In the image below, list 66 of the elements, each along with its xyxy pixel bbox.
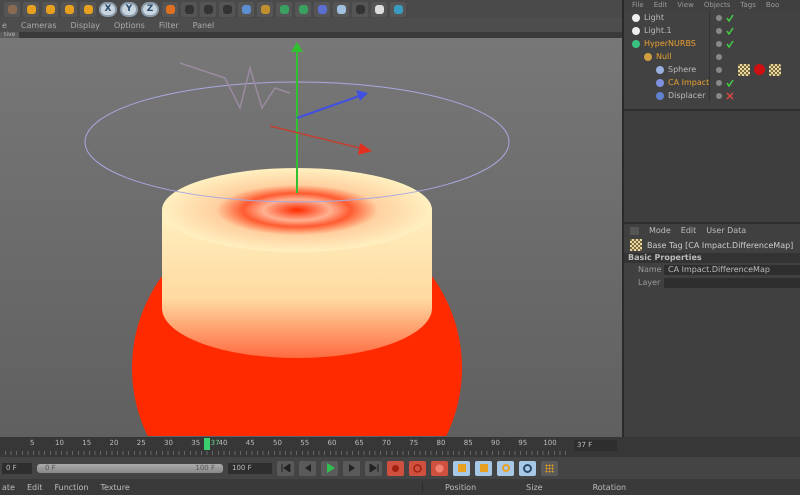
circle-icon: [435, 464, 444, 472]
viewport-menu-item[interactable]: Cameras: [20, 20, 56, 30]
record-icon: [391, 464, 400, 472]
3d-viewport[interactable]: [0, 38, 622, 437]
axis-lock-button[interactable]: Y: [120, 2, 138, 16]
material-tag-icon[interactable]: [754, 64, 766, 74]
section-header[interactable]: Basic Properties: [624, 253, 800, 263]
check-icon[interactable]: [726, 40, 734, 48]
playhead[interactable]: [204, 438, 210, 450]
visibility-dot[interactable]: [716, 54, 722, 60]
play-button[interactable]: [321, 460, 338, 476]
step-forward-button[interactable]: [343, 460, 360, 476]
texture-tag-icon[interactable]: [738, 64, 750, 76]
step-forward-icon: [346, 464, 356, 472]
column-header: Rotation: [592, 482, 626, 492]
check-icon[interactable]: [726, 26, 734, 34]
object-name[interactable]: Light: [644, 13, 664, 22]
visibility-dot[interactable]: [716, 14, 722, 20]
menu-item[interactable]: Edit: [680, 226, 696, 235]
menu-item[interactable]: Texture: [100, 482, 130, 492]
field-label: Layer: [638, 278, 660, 287]
autokey-button[interactable]: [409, 460, 426, 476]
menu-item[interactable]: ate: [2, 482, 15, 492]
object-name[interactable]: Displacer: [668, 91, 706, 100]
object-name[interactable]: Null: [656, 52, 672, 61]
menu-item[interactable]: Function: [54, 482, 88, 492]
check-icon[interactable]: [726, 14, 734, 22]
skip-end-icon: [368, 464, 378, 472]
viewport-menu-item[interactable]: e: [2, 20, 7, 30]
visibility-dot[interactable]: [716, 92, 722, 98]
visibility-dot[interactable]: [716, 40, 722, 46]
axis-lock-button[interactable]: Z: [141, 2, 159, 16]
axis-lock-button[interactable]: X: [99, 2, 117, 16]
column-header: Position: [445, 482, 476, 492]
step-back-icon: [302, 464, 312, 472]
visibility-dot[interactable]: [716, 80, 722, 86]
object-name[interactable]: Sphere: [668, 65, 696, 74]
cross-icon[interactable]: [726, 92, 734, 100]
help-button[interactable]: [431, 460, 448, 476]
object-name[interactable]: HyperNURBS: [644, 39, 696, 48]
visibility-dot[interactable]: [716, 28, 722, 34]
step-back-button[interactable]: [299, 460, 316, 476]
viewport-menu-item[interactable]: Display: [70, 20, 100, 30]
menu-item[interactable]: User Data: [706, 226, 746, 235]
object-name[interactable]: Light.1: [644, 26, 672, 35]
attributes-title: Base Tag [CA Impact.DifferenceMap]: [647, 240, 794, 250]
column-header: Size: [526, 482, 543, 492]
go-to-end-button[interactable]: [365, 460, 382, 476]
input-field[interactable]: CA Impact.DifferenceMap: [664, 264, 800, 274]
check-icon[interactable]: [726, 78, 734, 86]
checker-tag-icon: [630, 239, 642, 251]
menu-item[interactable]: Mode: [649, 226, 671, 235]
menu-item[interactable]: Edit: [26, 482, 42, 492]
field-label: Name: [638, 265, 660, 274]
viewport-menu-item[interactable]: Filter: [158, 20, 179, 30]
play-icon: [324, 463, 334, 473]
record-key-button[interactable]: [387, 460, 404, 476]
visibility-dot[interactable]: [716, 66, 722, 72]
texture-tag-icon[interactable]: [769, 64, 782, 76]
skip-start-icon: [280, 464, 290, 472]
viewport-menu-item[interactable]: Options: [114, 20, 145, 30]
go-to-start-button[interactable]: [277, 460, 294, 476]
object-name[interactable]: CA Impact: [668, 78, 710, 87]
grid-icon[interactable]: [541, 460, 558, 476]
viewport-menu-item[interactable]: Panel: [192, 20, 214, 30]
ring-icon: [413, 464, 422, 472]
